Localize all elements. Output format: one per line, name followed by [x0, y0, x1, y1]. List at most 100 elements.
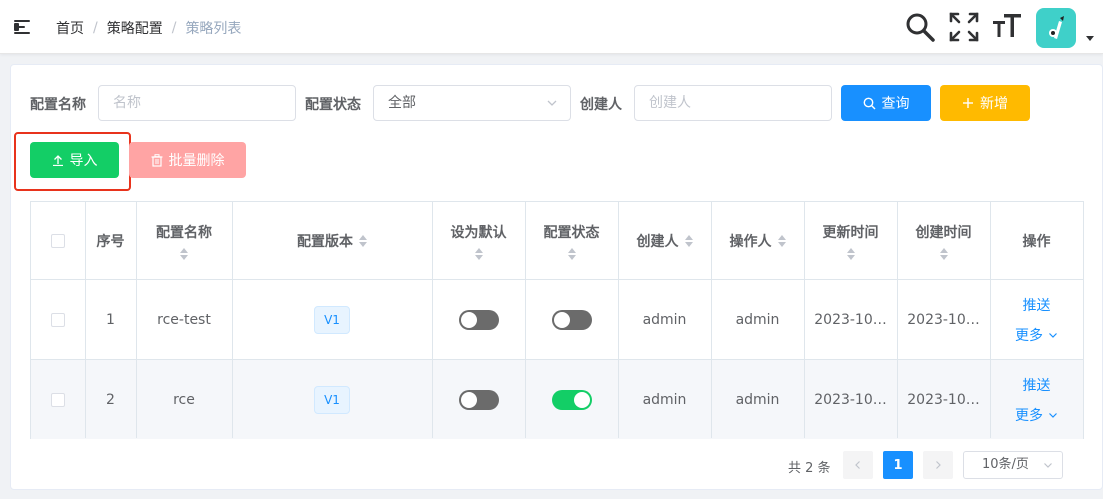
chevron-down-icon — [1049, 332, 1057, 338]
page-size-value: 10条/页 — [982, 457, 1029, 472]
header-set-default[interactable]: 设为默认 — [432, 202, 525, 279]
chevron-down-icon — [1044, 463, 1052, 468]
header-updated-time-label: 更新时间 — [822, 224, 879, 241]
more-dropdown[interactable]: 更多 — [1015, 325, 1058, 345]
pagination-next-button[interactable] — [923, 451, 953, 479]
search-icon — [863, 97, 875, 109]
cell-created-time: 2023-10… — [907, 391, 980, 408]
upload-icon — [52, 155, 63, 166]
search-button-label: 查询 — [881, 96, 910, 112]
creator-input[interactable] — [634, 85, 832, 121]
caret-down-icon[interactable] — [1086, 36, 1094, 41]
header-index: 序号 — [85, 202, 136, 279]
cell-actions: 推送 更多 — [990, 360, 1083, 439]
breadcrumb-strategy-config[interactable]: 策略配置 — [107, 18, 163, 38]
push-link[interactable]: 推送 — [1023, 375, 1051, 395]
header-created-time[interactable]: 创建时间 — [897, 202, 990, 279]
sort-icon[interactable] — [939, 247, 948, 260]
header-index-label: 序号 — [96, 233, 125, 250]
header-created-time-label: 创建时间 — [915, 224, 972, 241]
cell-config-name: rce — [173, 391, 195, 408]
top-navbar: 首页 / 策略配置 / 策略列表 — [0, 0, 1103, 54]
status-toggle[interactable] — [551, 389, 592, 410]
version-tag: V1 — [314, 305, 350, 334]
main-card: 配置名称 配置状态 全部 创建人 查询 新增 导入 批量删除 — [10, 64, 1103, 490]
cell-set-default — [432, 280, 525, 359]
fullscreen-icon[interactable] — [947, 10, 981, 44]
header-config-version-label: 配置版本 — [297, 233, 353, 250]
add-button[interactable]: 新增 — [940, 85, 1030, 121]
more-label: 更多 — [1015, 327, 1043, 344]
header-actions-label: 操作 — [1022, 233, 1051, 250]
add-button-label: 新增 — [980, 96, 1008, 112]
cell-index: 1 — [106, 311, 115, 328]
breadcrumb-strategy-list: 策略列表 — [185, 21, 242, 37]
status-toggle[interactable] — [551, 309, 592, 330]
pagination-page[interactable]: 1 — [883, 451, 913, 479]
sort-icon[interactable] — [846, 247, 855, 260]
header-updated-time[interactable]: 更新时间 — [804, 202, 897, 279]
more-dropdown[interactable]: 更多 — [1015, 405, 1058, 425]
cell-config-version: V1 — [232, 360, 432, 439]
header-set-default-label: 设为默认 — [450, 224, 507, 241]
search-button[interactable]: 查询 — [841, 85, 931, 121]
font-size-icon[interactable] — [990, 10, 1024, 44]
config-status-value: 全部 — [388, 95, 416, 111]
cell-created-time: 2023-10… — [907, 311, 980, 328]
pagination-prev-button[interactable] — [843, 451, 873, 479]
config-status-label: 配置状态 — [305, 97, 361, 113]
cell-updated-time: 2023-10… — [814, 391, 887, 408]
header-select-all[interactable] — [31, 202, 85, 279]
trash-icon — [151, 153, 162, 167]
batch-delete-button[interactable]: 批量删除 — [129, 142, 246, 178]
import-button-label: 导入 — [69, 153, 98, 169]
import-button[interactable]: 导入 — [30, 142, 119, 178]
default-toggle[interactable] — [458, 389, 499, 410]
chevron-down-icon — [547, 100, 557, 106]
header-operator[interactable]: 操作人 — [711, 202, 804, 279]
table-row — [31, 360, 85, 439]
config-status-select[interactable]: 全部 — [373, 85, 571, 121]
chevron-left-icon — [855, 461, 860, 469]
header-config-status-label: 配置状态 — [543, 224, 600, 241]
user-avatar[interactable] — [1036, 8, 1076, 48]
more-label: 更多 — [1015, 407, 1043, 424]
header-operator-label: 操作人 — [729, 233, 772, 250]
sort-icon[interactable] — [180, 247, 188, 260]
search-icon[interactable] — [903, 10, 937, 44]
cell-set-default — [432, 360, 525, 439]
header-creator[interactable]: 创建人 — [618, 202, 711, 279]
creator-label: 创建人 — [580, 97, 622, 113]
breadcrumb-separator: / — [93, 20, 98, 36]
page-size-select[interactable]: 10条/页 — [963, 451, 1063, 479]
cell-index: 2 — [106, 391, 115, 408]
sort-icon[interactable] — [684, 234, 693, 247]
cell-config-name: rce-test — [157, 311, 211, 328]
sort-icon[interactable] — [474, 247, 483, 260]
sort-icon[interactable] — [777, 234, 786, 247]
version-tag: V1 — [314, 385, 350, 414]
config-name-input[interactable] — [98, 85, 296, 121]
header-actions: 操作 — [990, 202, 1083, 279]
push-link[interactable]: 推送 — [1023, 295, 1051, 315]
menu-toggle-icon[interactable] — [14, 19, 32, 35]
strategy-table: 序号 配置名称 配置版本 设为默认 配置状态 创建人 操作人 更新时间 创建时间… — [30, 201, 1084, 439]
select-all-checkbox[interactable] — [51, 233, 65, 248]
config-name-label: 配置名称 — [30, 97, 86, 113]
breadcrumb-separator: / — [171, 20, 177, 36]
batch-delete-button-label: 批量删除 — [168, 153, 225, 169]
breadcrumb-home[interactable]: 首页 — [56, 18, 84, 38]
row-checkbox[interactable] — [51, 392, 65, 407]
cell-creator: admin — [642, 391, 687, 408]
header-config-name-label: 配置名称 — [156, 224, 212, 241]
chevron-down-icon — [1049, 412, 1057, 418]
row-checkbox[interactable] — [51, 312, 65, 327]
header-creator-label: 创建人 — [636, 233, 679, 250]
sort-icon[interactable] — [567, 247, 576, 260]
sort-icon[interactable] — [359, 234, 367, 247]
header-config-version[interactable]: 配置版本 — [232, 202, 432, 279]
header-config-name[interactable]: 配置名称 — [136, 202, 232, 279]
pagination-total: 共 2 条 — [788, 461, 831, 476]
header-config-status[interactable]: 配置状态 — [525, 202, 618, 279]
default-toggle[interactable] — [458, 309, 499, 330]
